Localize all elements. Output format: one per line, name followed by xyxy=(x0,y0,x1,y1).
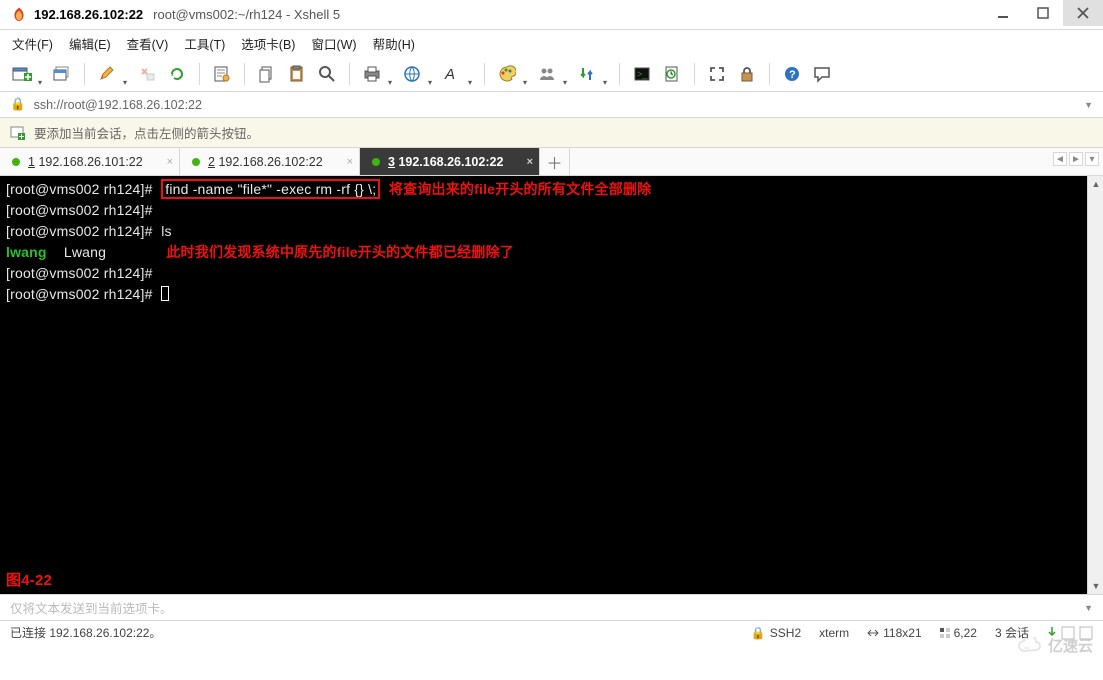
annotation-1: 将查询出来的file开头的所有文件全部删除 xyxy=(389,181,651,197)
reconnect-button[interactable] xyxy=(163,60,191,88)
close-tab-icon[interactable]: × xyxy=(347,156,353,168)
status-indicator-icon xyxy=(1047,626,1057,640)
send-placeholder: 仅将文本发送到当前选项卡。 xyxy=(10,598,173,617)
menu-tools[interactable]: 工具(T) xyxy=(184,34,225,53)
status-cap-icon xyxy=(1061,626,1075,640)
status-dot-icon xyxy=(192,158,200,166)
scrollbar[interactable]: ▲ ▼ xyxy=(1087,176,1103,594)
status-protocol: 🔒 SSH2 xyxy=(751,626,801,640)
menu-file[interactable]: 文件(F) xyxy=(12,34,53,53)
status-term-type: xterm xyxy=(819,626,849,640)
position-icon xyxy=(940,628,950,638)
annotation-2: 此时我们发现系统中原先的file开头的文件都已经删除了 xyxy=(166,244,514,260)
menu-window[interactable]: 窗口(W) xyxy=(311,34,356,53)
svg-text:>_: >_ xyxy=(637,69,648,79)
address-bar[interactable]: 🔒 ssh://root@192.168.26.102:22 ▼ xyxy=(0,92,1103,118)
tip-bar: 要添加当前会话，点击左侧的箭头按钮。 xyxy=(0,118,1103,148)
cursor xyxy=(161,286,169,301)
minimize-button[interactable] xyxy=(983,0,1023,26)
status-dot-icon xyxy=(372,158,380,166)
status-size: 118x21 xyxy=(867,626,921,640)
session-tab-1[interactable]: 1 192.168.26.101:22 × xyxy=(0,148,180,175)
command-highlight: find -name "file*" -exec rm -rf {} \; xyxy=(161,179,380,199)
fullscreen-button[interactable] xyxy=(703,60,731,88)
new-tab-plus-button[interactable]: ＋ xyxy=(540,148,570,175)
session-tab-2[interactable]: 2 192.168.26.102:22 × xyxy=(180,148,360,175)
figure-label: 图4-22 xyxy=(6,571,52,590)
tab-nav-right-icon[interactable]: ► xyxy=(1069,152,1083,166)
new-window-button[interactable] xyxy=(48,60,76,88)
title-host: 192.168.26.102:22 xyxy=(34,7,143,22)
scroll-down-icon[interactable]: ▼ xyxy=(1088,578,1103,594)
title-bar: 192.168.26.102:22 root@vms002:~/rh124 - … xyxy=(0,0,1103,30)
svg-text:?: ? xyxy=(789,69,796,81)
menu-edit[interactable]: 编辑(E) xyxy=(69,34,111,53)
terminal-output[interactable]: [root@vms002 rh124]# find -name "file*" … xyxy=(0,176,1087,594)
help-button[interactable]: ? xyxy=(778,60,806,88)
script-button[interactable] xyxy=(658,60,686,88)
disconnect-button[interactable] xyxy=(133,60,161,88)
toolbar: A >_ ? xyxy=(0,56,1103,92)
session-tab-3[interactable]: 3 192.168.26.102:22 × xyxy=(360,148,540,175)
address-dropdown-icon[interactable]: ▼ xyxy=(1084,100,1093,110)
feedback-button[interactable] xyxy=(808,60,836,88)
find-button[interactable] xyxy=(313,60,341,88)
paste-button[interactable] xyxy=(283,60,311,88)
close-button[interactable] xyxy=(1063,0,1103,26)
font-button[interactable]: A xyxy=(438,60,466,88)
app-icon xyxy=(10,6,28,24)
sessions-button[interactable] xyxy=(533,60,561,88)
transfer-button[interactable] xyxy=(573,60,601,88)
terminal-pane: [root@vms002 rh124]# find -name "file*" … xyxy=(0,176,1103,594)
edit-button[interactable] xyxy=(93,60,121,88)
add-session-icon[interactable] xyxy=(10,125,26,141)
tab-nav-menu-icon[interactable]: ▾ xyxy=(1085,152,1099,166)
lock-icon: 🔒 xyxy=(10,97,26,112)
tip-text: 要添加当前会话，点击左侧的箭头按钮。 xyxy=(34,123,259,142)
close-tab-icon[interactable]: × xyxy=(167,156,173,168)
status-bar: 已连接 192.168.26.102:22。 🔒 SSH2 xterm 118x… xyxy=(0,620,1103,644)
menu-tabs[interactable]: 选项卡(B) xyxy=(241,34,295,53)
status-dot-icon xyxy=(12,158,20,166)
status-connection: 已连接 192.168.26.102:22。 xyxy=(10,624,733,641)
svg-text:A: A xyxy=(444,66,455,83)
maximize-button[interactable] xyxy=(1023,0,1063,26)
menu-view[interactable]: 查看(V) xyxy=(127,34,169,53)
status-num-icon xyxy=(1079,626,1093,640)
close-tab-icon[interactable]: × xyxy=(527,156,533,168)
tab-nav-left-icon[interactable]: ◄ xyxy=(1053,152,1067,166)
title-suffix: root@vms002:~/rh124 - Xshell 5 xyxy=(153,7,340,22)
status-cursor-pos: 6,22 xyxy=(940,626,977,640)
encoding-button[interactable] xyxy=(398,60,426,88)
send-bar[interactable]: 仅将文本发送到当前选项卡。 ▼ xyxy=(0,594,1103,620)
new-tab-button[interactable] xyxy=(8,60,36,88)
menu-bar: 文件(F) 编辑(E) 查看(V) 工具(T) 选项卡(B) 窗口(W) 帮助(… xyxy=(0,30,1103,56)
tab-strip: 1 192.168.26.101:22 × 2 192.168.26.102:2… xyxy=(0,148,1103,176)
scroll-up-icon[interactable]: ▲ xyxy=(1088,176,1103,192)
properties-button[interactable] xyxy=(208,60,236,88)
command-button[interactable]: >_ xyxy=(628,60,656,88)
lock-button[interactable] xyxy=(733,60,761,88)
copy-button[interactable] xyxy=(253,60,281,88)
print-button[interactable] xyxy=(358,60,386,88)
send-dropdown-icon[interactable]: ▼ xyxy=(1084,603,1093,613)
svg-text:∞: ∞ xyxy=(1024,645,1029,652)
address-url: ssh://root@192.168.26.102:22 xyxy=(34,98,202,112)
color-theme-button[interactable] xyxy=(493,60,521,88)
menu-help[interactable]: 帮助(H) xyxy=(373,34,415,53)
status-session-count: 3 会话 xyxy=(995,624,1029,641)
resize-icon xyxy=(867,628,879,638)
